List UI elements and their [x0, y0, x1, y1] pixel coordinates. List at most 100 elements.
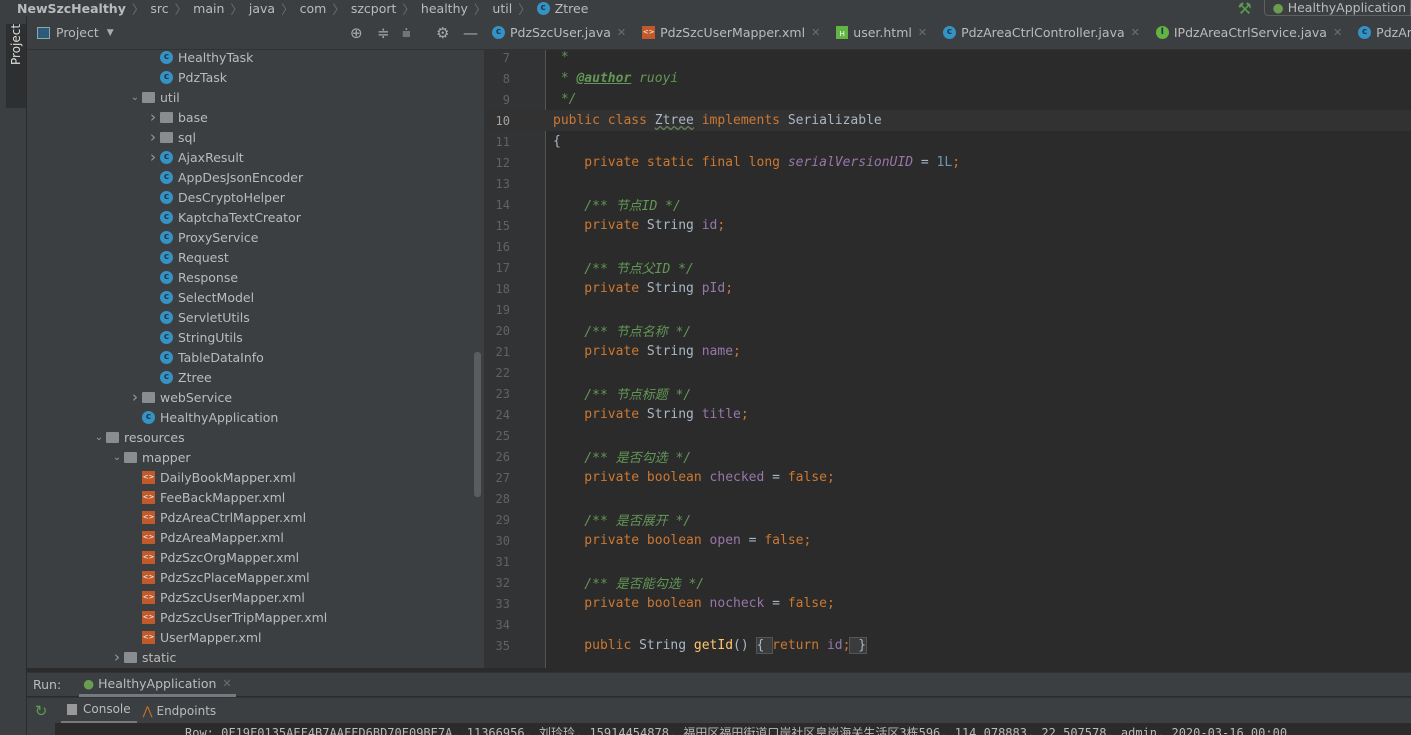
- breadcrumb-item[interactable]: szcport: [351, 1, 397, 16]
- build-hammer-icon[interactable]: ⚒: [1237, 0, 1251, 18]
- line-number: 22: [495, 365, 510, 380]
- tree-item[interactable]: <> PdzSzcUserTripMapper.xml: [128, 607, 327, 627]
- tree-item[interactable]: <> PdzAreaCtrlMapper.xml: [128, 507, 306, 527]
- project-tool-button[interactable]: Project: [6, 24, 26, 108]
- breadcrumb-item[interactable]: NewSzcHealthy: [17, 1, 126, 16]
- editor-tab[interactable]: c PdzAreaCtrlS: [1350, 16, 1411, 49]
- expand-all-icon[interactable]: ≑: [377, 24, 390, 42]
- code-token: */: [553, 92, 577, 107]
- code-line: 17 /** 节点父ID */: [484, 257, 1411, 278]
- tree-item[interactable]: c AppDesJsonEncoder: [146, 167, 303, 187]
- tree-item[interactable]: › sql: [146, 127, 196, 147]
- tree-item[interactable]: c PdzTask: [146, 67, 227, 87]
- editor-tab[interactable]: Huser.html ✕: [828, 16, 935, 49]
- chevron-right-icon[interactable]: ›: [146, 148, 160, 166]
- breadcrumb-item[interactable]: util: [492, 1, 512, 16]
- tree-item[interactable]: ⌄ resources: [92, 427, 185, 447]
- run-config-selector[interactable]: ● HealthyApplication: [1263, 0, 1411, 16]
- editor-tab[interactable]: c PdzAreaCtrlController.java ✕: [935, 16, 1148, 49]
- chevron-down-icon[interactable]: ▼: [107, 28, 114, 38]
- code-token: /** 是否能勾选 */: [553, 577, 705, 592]
- code-token: String: [646, 281, 702, 296]
- close-icon[interactable]: ✕: [1333, 26, 1342, 39]
- close-icon[interactable]: ✕: [222, 677, 231, 690]
- run-tab-healthy-application[interactable]: ● HealthyApplication ✕: [79, 673, 236, 697]
- collapse-all-icon[interactable]: ⩧: [402, 24, 411, 42]
- chevron-right-icon[interactable]: ›: [110, 648, 124, 666]
- run-tab-label: HealthyApplication: [98, 675, 217, 691]
- code-token: false: [764, 533, 804, 548]
- code-token: /** 节点父ID */: [553, 262, 694, 277]
- tree-item-label: KaptchaTextCreator: [178, 209, 301, 225]
- tree-item[interactable]: c ProxyService: [146, 227, 258, 247]
- breadcrumb-item[interactable]: src: [150, 1, 168, 16]
- tree-item[interactable]: <> PdzSzcPlaceMapper.xml: [128, 567, 310, 587]
- editor-tab[interactable]: <> PdzSzcUserMapper.xml ✕: [634, 16, 828, 49]
- tree-item[interactable]: c HealthyTask: [146, 47, 253, 67]
- tree-scrollbar[interactable]: [474, 352, 481, 497]
- tree-item[interactable]: › base: [146, 107, 208, 127]
- breadcrumb-item[interactable]: healthy: [421, 1, 468, 16]
- console-output[interactable]: Row: 0F19F0135AEF4B7AAFFD6BD70E09BE7A, 1…: [27, 723, 1411, 735]
- close-icon[interactable]: ✕: [918, 26, 927, 39]
- gear-icon[interactable]: ⚙: [436, 24, 449, 42]
- tree-item[interactable]: ⌄ mapper: [110, 447, 191, 467]
- rerun-icon[interactable]: ↻: [27, 702, 55, 720]
- breadcrumb-item[interactable]: com: [300, 1, 327, 16]
- tree-item[interactable]: <> UserMapper.xml: [128, 627, 262, 647]
- code-token: ;: [740, 407, 749, 422]
- tree-item[interactable]: c Request: [146, 247, 229, 267]
- folder-icon: [160, 111, 173, 123]
- tree-item[interactable]: c KaptchaTextCreator: [146, 207, 301, 227]
- breadcrumb-item[interactable]: java: [249, 1, 275, 16]
- tree-item[interactable]: c Response: [146, 267, 238, 287]
- tree-item[interactable]: <> PdzSzcUserMapper.xml: [128, 587, 305, 607]
- tree-item[interactable]: › static: [110, 647, 176, 667]
- editor-tab[interactable]: c PdzSzcUser.java ✕: [484, 16, 634, 49]
- tree-item[interactable]: › webService: [128, 387, 232, 407]
- tree-item[interactable]: c HealthyApplication: [128, 407, 278, 427]
- tree-item[interactable]: <> DailyBookMapper.xml: [128, 467, 296, 487]
- tree-item[interactable]: c Ztree: [146, 367, 212, 387]
- editor-tab[interactable]: I IPdzAreaCtrlService.java ✕: [1148, 16, 1350, 49]
- close-icon[interactable]: ✕: [617, 26, 626, 39]
- tree-item[interactable]: <> FeeBackMapper.xml: [128, 487, 285, 507]
- xml-file-icon: <>: [142, 590, 155, 604]
- close-icon[interactable]: ✕: [1131, 26, 1140, 39]
- tree-item[interactable]: ⌄ util: [128, 87, 180, 107]
- chevron-down-icon[interactable]: ⌄: [92, 432, 106, 443]
- locate-icon[interactable]: ⊕: [350, 24, 363, 42]
- chevron-right-icon[interactable]: ›: [146, 128, 160, 146]
- close-icon[interactable]: ✕: [811, 26, 820, 39]
- breadcrumb-item[interactable]: main: [193, 1, 224, 16]
- code-token: private static final long: [553, 155, 788, 170]
- tree-item[interactable]: c TableDataInfo: [146, 347, 264, 367]
- tree-item-label: AppDesJsonEncoder: [178, 169, 304, 185]
- line-number: 25: [495, 428, 510, 443]
- code-line: 32 /** 是否能勾选 */: [484, 572, 1411, 593]
- tree-item[interactable]: <> PdzAreaMapper.xml: [128, 527, 284, 547]
- tree-item[interactable]: c SelectModel: [146, 287, 254, 307]
- chevron-right-icon[interactable]: ›: [146, 108, 160, 126]
- tree-item[interactable]: c StringUtils: [146, 327, 243, 347]
- editor-tab-label: PdzSzcUserMapper.xml: [660, 25, 806, 40]
- chevron-right-icon[interactable]: ›: [128, 388, 142, 406]
- tab-endpoints[interactable]: ⋀ Endpoints: [137, 698, 223, 724]
- tree-item[interactable]: c DesCryptoHelper: [146, 187, 285, 207]
- tree-item[interactable]: c ServletUtils: [146, 307, 250, 327]
- breadcrumb-item[interactable]: Ztree: [555, 1, 589, 16]
- folder-icon: [106, 431, 119, 443]
- code-token: }: [849, 637, 868, 654]
- class-icon: c: [160, 290, 173, 304]
- line-number: 31: [495, 554, 510, 569]
- left-tool-strip: Project: [0, 16, 27, 735]
- minimize-icon[interactable]: —: [463, 24, 478, 42]
- editor-tab-label: PdzAreaCtrlS: [1376, 25, 1411, 40]
- project-view-selector[interactable]: Project: [56, 25, 99, 40]
- chevron-down-icon[interactable]: ⌄: [128, 92, 142, 103]
- chevron-down-icon[interactable]: ⌄: [110, 452, 124, 463]
- code-line: 34: [484, 614, 1411, 635]
- tree-item[interactable]: <> PdzSzcOrgMapper.xml: [128, 547, 299, 567]
- tree-item[interactable]: › c AjaxResult: [146, 147, 244, 167]
- tab-console[interactable]: Console: [61, 698, 137, 724]
